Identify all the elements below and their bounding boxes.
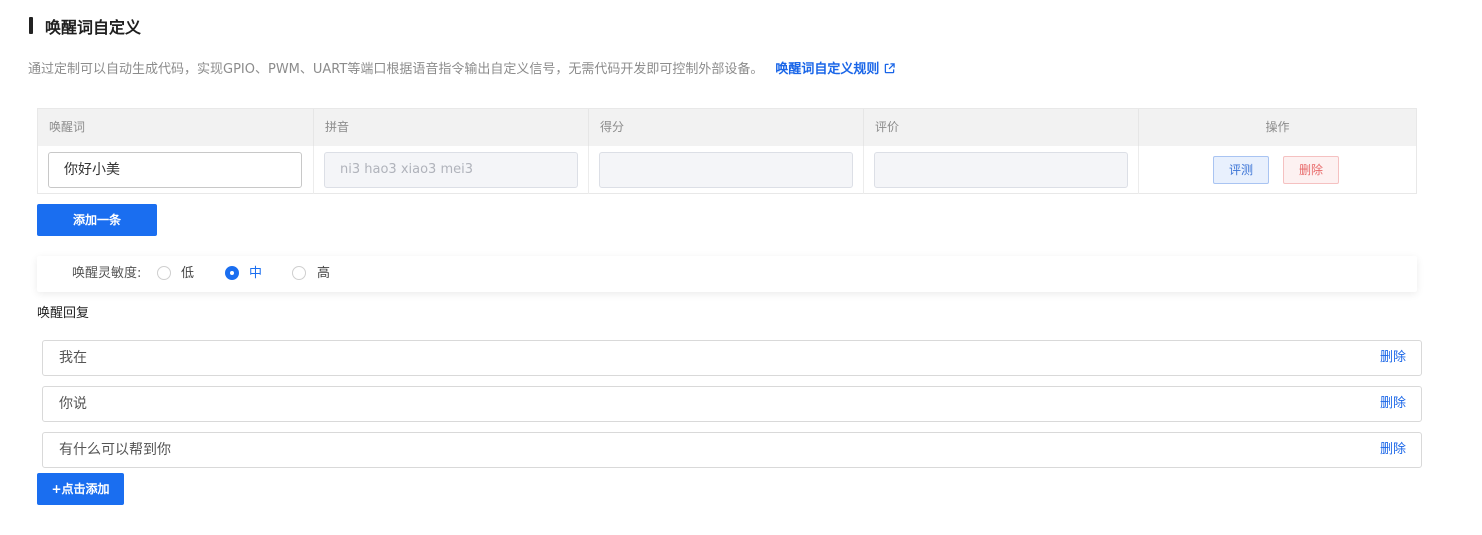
- pinyin-field: ni3 hao3 xiao3 mei3: [324, 152, 578, 188]
- table-row: 你好小美 ni3 hao3 xiao3 mei3 评测 删除: [38, 146, 1416, 194]
- reply-delete-link[interactable]: 删除: [1380, 349, 1406, 367]
- table-header: 唤醒词 拼音 得分 评价 操作: [38, 109, 1416, 146]
- reply-section-title: 唤醒回复: [37, 306, 90, 321]
- reply-text[interactable]: 你说: [59, 395, 87, 413]
- score-field: [599, 152, 853, 188]
- header-wake-word: 唤醒词: [38, 109, 314, 146]
- delete-row-button[interactable]: 删除: [1283, 156, 1339, 184]
- reply-delete-link[interactable]: 删除: [1380, 395, 1406, 413]
- description: 通过定制可以自动生成代码，实现GPIO、PWM、UART等端口根据语音指令输出自…: [28, 61, 896, 79]
- reply-item[interactable]: 你说 删除: [42, 386, 1422, 422]
- radio-high[interactable]: [292, 266, 306, 280]
- sensitivity-card: 唤醒灵敏度: 低 中 高: [37, 256, 1417, 292]
- reply-item[interactable]: 我在 删除: [42, 340, 1422, 376]
- evaluate-button[interactable]: 评测: [1213, 156, 1269, 184]
- radio-low[interactable]: [157, 266, 171, 280]
- reply-delete-link[interactable]: 删除: [1380, 441, 1406, 459]
- reply-item[interactable]: 有什么可以帮到你 删除: [42, 432, 1422, 468]
- evaluation-field: [874, 152, 1128, 188]
- radio-low-label[interactable]: 低: [181, 265, 194, 283]
- sensitivity-label: 唤醒灵敏度:: [72, 266, 142, 281]
- radio-high-label[interactable]: 高: [317, 265, 330, 283]
- reply-text[interactable]: 有什么可以帮到你: [59, 441, 171, 459]
- add-row-button[interactable]: 添加一条: [37, 204, 157, 236]
- page-title: 唤醒词自定义: [45, 18, 142, 37]
- wake-word-table: 唤醒词 拼音 得分 评价 操作 你好小美 ni3 hao3 xiao3 mei3…: [37, 108, 1417, 194]
- header-actions: 操作: [1265, 120, 1290, 134]
- description-text: 通过定制可以自动生成代码，实现GPIO、PWM、UART等端口根据语音指令输出自…: [28, 62, 764, 77]
- rule-link-label: 唤醒词自定义规则: [775, 62, 880, 77]
- wake-word-input[interactable]: 你好小美: [48, 152, 302, 188]
- header-evaluation: 评价: [864, 109, 1139, 146]
- title-accent-bar: [29, 17, 33, 34]
- header-pinyin: 拼音: [314, 109, 589, 146]
- rule-link[interactable]: 唤醒词自定义规则: [775, 62, 896, 77]
- external-link-icon: [885, 63, 896, 74]
- reply-text[interactable]: 我在: [59, 349, 87, 367]
- radio-medium-label[interactable]: 中: [249, 265, 262, 283]
- header-score: 得分: [589, 109, 864, 146]
- add-reply-button[interactable]: +点击添加: [37, 473, 124, 505]
- radio-medium[interactable]: [225, 266, 239, 280]
